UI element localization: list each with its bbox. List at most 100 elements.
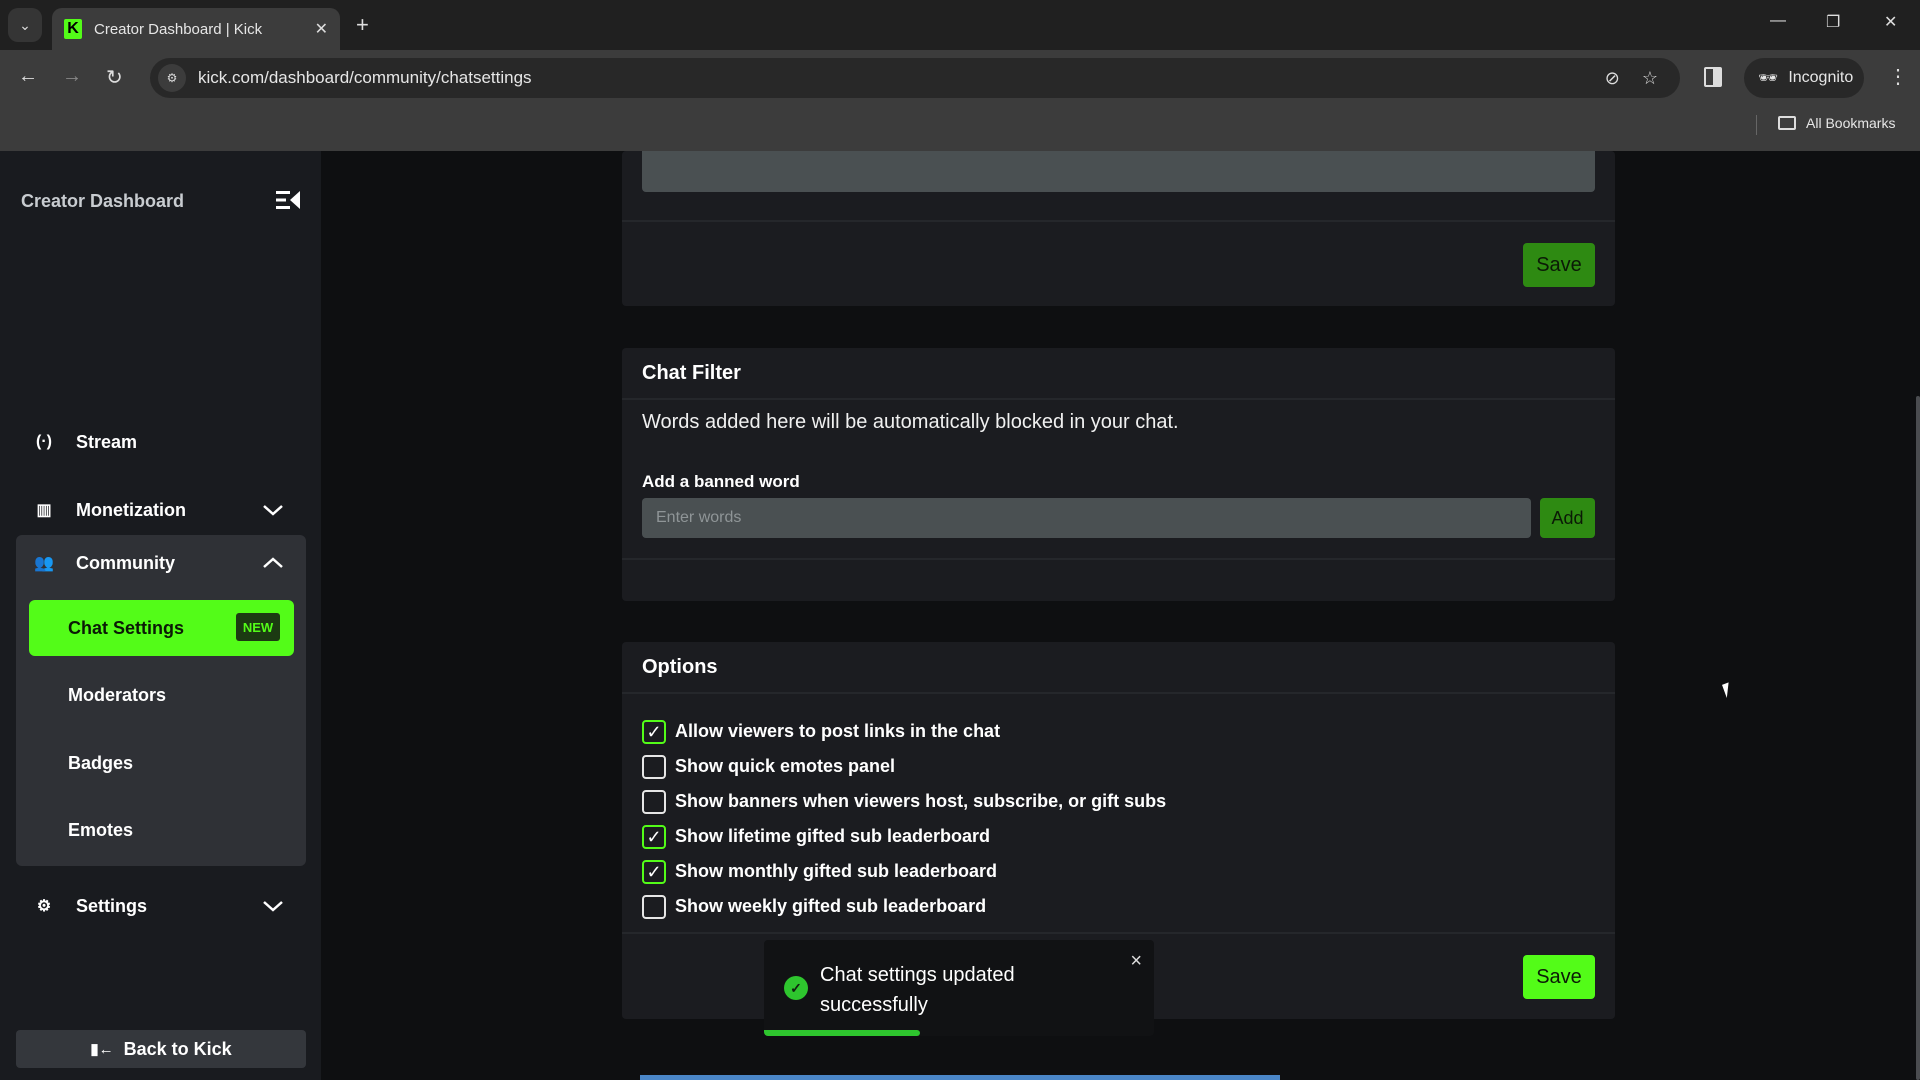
chevron-up-icon[interactable]: [262, 557, 284, 569]
new-tab-button[interactable]: +: [356, 12, 369, 38]
checkbox[interactable]: [642, 719, 666, 744]
option-label: Show lifetime gifted sub leaderboard: [675, 826, 991, 846]
address-bar[interactable]: ⚙ kick.com/dashboard/community/chatsetti…: [150, 58, 1680, 98]
sidebar-item-community[interactable]: 👥 Community: [16, 535, 306, 591]
toast-message: Chat settings updated successfully: [820, 964, 1015, 1016]
sidebar-subitem-label: Badges: [68, 752, 134, 773]
restore-icon[interactable]: ❐: [1826, 12, 1840, 32]
sidebar-item-stream[interactable]: (·) Stream: [16, 414, 306, 470]
option-label: Show monthly gifted sub leaderboard: [675, 861, 998, 881]
card-divider: [622, 932, 1615, 934]
checkbox[interactable]: [642, 859, 666, 884]
gear-icon: ⚙: [36, 898, 52, 915]
community-group: 👥 Community Chat Settings NEW Moderators…: [16, 535, 306, 866]
banned-word-input[interactable]: [642, 498, 1531, 538]
text-area[interactable]: [642, 151, 1595, 192]
sidebar-item-emotes[interactable]: Emotes: [29, 802, 294, 858]
checkbox[interactable]: [642, 789, 666, 814]
toast-close-icon[interactable]: ×: [1130, 950, 1142, 973]
card-divider: [622, 558, 1615, 560]
side-panel-icon[interactable]: [1704, 67, 1722, 87]
option-weekly-leaderboard[interactable]: Show weekly gifted sub leaderboard: [642, 889, 1166, 924]
sidebar-item-badges[interactable]: Badges: [29, 735, 294, 791]
collapse-sidebar-icon[interactable]: [276, 189, 300, 211]
option-label: Show weekly gifted sub leaderboard: [675, 896, 987, 916]
bookmarks-divider: [1756, 115, 1757, 135]
check-circle-icon: ✓: [784, 976, 808, 1000]
forward-icon[interactable]: →: [62, 65, 82, 88]
checkbox[interactable]: [642, 754, 666, 779]
eye-off-icon[interactable]: ⊘: [1605, 68, 1620, 89]
option-monthly-leaderboard[interactable]: Show monthly gifted sub leaderboard: [642, 854, 1166, 889]
chat-filter-title: Chat Filter: [622, 348, 1615, 400]
sidebar-subitem-label: Emotes: [68, 819, 134, 840]
toast-progress-bar: [764, 1030, 1154, 1036]
tab-search-button[interactable]: ⌄: [8, 8, 42, 42]
options-list: Allow viewers to post links in the chat …: [642, 714, 1166, 924]
new-badge: NEW: [236, 613, 280, 641]
sidebar-title: Creator Dashboard: [21, 191, 185, 211]
option-label: Show banners when viewers host, subscrib…: [675, 791, 1167, 811]
page-bottom-bar: [640, 1075, 1280, 1080]
window-close-icon[interactable]: ✕: [1884, 12, 1897, 32]
sidebar-item-moderators[interactable]: Moderators: [29, 667, 294, 723]
sidebar-item-label: Stream: [76, 431, 138, 452]
option-banners[interactable]: Show banners when viewers host, subscrib…: [642, 784, 1166, 819]
sidebar-item-label: Community: [76, 552, 175, 573]
page-scrollbar[interactable]: [1905, 151, 1920, 1080]
chart-icon: ▥: [36, 502, 52, 519]
star-icon[interactable]: ☆: [1642, 68, 1658, 89]
top-settings-card: Save: [622, 151, 1615, 306]
incognito-label: Incognito: [1788, 69, 1854, 86]
menu-kebab-icon[interactable]: ⋮: [1888, 64, 1908, 89]
exit-icon: ▮←: [90, 1041, 114, 1058]
stream-icon: (·): [36, 433, 52, 450]
community-icon: 👥: [34, 555, 54, 572]
site-info-icon[interactable]: ⚙: [158, 64, 186, 92]
tab-close-icon[interactable]: ✕: [315, 19, 328, 39]
folder-icon: [1778, 116, 1796, 130]
option-allow-links[interactable]: Allow viewers to post links in the chat: [642, 714, 1166, 749]
option-label: Show quick emotes panel: [675, 756, 896, 776]
all-bookmarks-button[interactable]: All Bookmarks: [1778, 115, 1895, 131]
reload-icon[interactable]: ↻: [106, 65, 123, 90]
minimize-icon[interactable]: —: [1770, 12, 1786, 30]
save-button[interactable]: Save: [1523, 243, 1595, 287]
chat-filter-description: Words added here will be automatically b…: [642, 411, 1179, 433]
option-label: Allow viewers to post links in the chat: [675, 721, 1001, 741]
browser-tab-bar: ⌄ K Creator Dashboard | Kick ✕ + — ❐ ✕: [0, 0, 1920, 50]
checkbox[interactable]: [642, 894, 666, 919]
sidebar-item-chat-settings[interactable]: Chat Settings NEW: [29, 600, 294, 656]
bookmarks-bar: All Bookmarks: [0, 107, 1920, 151]
mouse-cursor: [1722, 680, 1740, 698]
add-word-button[interactable]: Add: [1540, 498, 1595, 538]
kick-favicon-icon: K: [64, 19, 82, 39]
chevron-down-icon: ⌄: [19, 16, 31, 33]
back-to-kick-button[interactable]: ▮← Back to Kick: [16, 1030, 306, 1068]
sidebar-item-settings[interactable]: ⚙ Settings: [16, 878, 306, 934]
back-icon[interactable]: ←: [18, 65, 38, 88]
incognito-icon: 🕶: [1758, 70, 1779, 87]
browser-tab[interactable]: K Creator Dashboard | Kick ✕: [52, 8, 340, 50]
banned-word-label: Add a banned word: [642, 472, 800, 491]
option-lifetime-leaderboard[interactable]: Show lifetime gifted sub leaderboard: [642, 819, 1166, 854]
sidebar-item-label: Settings: [76, 895, 148, 916]
url-text[interactable]: kick.com/dashboard/community/chatsetting…: [198, 68, 1605, 88]
options-save-button[interactable]: Save: [1523, 955, 1595, 999]
back-to-kick-label: Back to Kick: [123, 1038, 232, 1059]
tab-title: Creator Dashboard | Kick: [94, 20, 263, 38]
toast-progress-fill: [764, 1030, 920, 1036]
option-quick-emotes[interactable]: Show quick emotes panel: [642, 749, 1166, 784]
scrollbar-thumb[interactable]: [1916, 396, 1920, 1080]
chevron-down-icon[interactable]: [262, 504, 284, 516]
sidebar: Creator Dashboard (·) Stream ▥ Monetizat…: [0, 151, 321, 1080]
options-title: Options: [622, 642, 1615, 694]
card-divider: [622, 220, 1615, 222]
checkbox[interactable]: [642, 824, 666, 849]
sidebar-subitem-label: Moderators: [68, 684, 167, 705]
chevron-down-icon[interactable]: [262, 900, 284, 912]
sidebar-item-monetization[interactable]: ▥ Monetization: [16, 482, 306, 538]
sidebar-item-label: Monetization: [76, 499, 186, 520]
chat-filter-card: Chat Filter Words added here will be aut…: [622, 348, 1615, 601]
incognito-badge[interactable]: 🕶 Incognito: [1744, 58, 1864, 98]
